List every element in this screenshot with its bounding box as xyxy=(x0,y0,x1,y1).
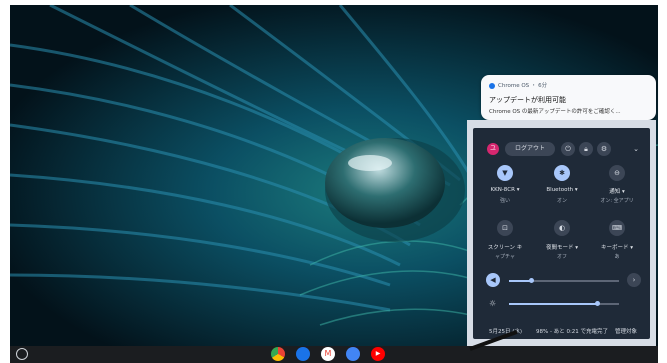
youtube-icon[interactable]: ▶ xyxy=(371,347,385,361)
chrome-os-icon xyxy=(489,82,495,89)
volume-icon[interactable]: ◀ xyxy=(486,273,500,287)
tile-night-light-label: 夜間モード ▾ xyxy=(545,245,578,251)
keyboard-icon[interactable]: ⌨ xyxy=(609,220,625,236)
chevron-right-icon[interactable]: › xyxy=(627,273,641,287)
lock-icon[interactable]: 🔒︎ xyxy=(579,142,593,156)
tile-keyboard-label: キーボード ▾ xyxy=(600,245,633,251)
gear-icon[interactable]: ⚙ xyxy=(597,142,611,156)
brightness-icon: ☼ xyxy=(489,299,497,308)
notification-title: アップデートが利用可能 xyxy=(489,96,566,104)
tile-notifications-label: 通知 ▾ xyxy=(609,189,625,195)
tile-screen-capture-label: スクリーン キ xyxy=(487,245,523,251)
quick-settings-frame: ユ ログアウト ⏻ 🔒︎ ⚙ ⌄ ▼ KKN-8CR ▾ 強い ✱ Blueto… xyxy=(467,120,656,346)
tile-bluetooth-label: Bluetooth ▾ xyxy=(546,187,578,193)
managed-label[interactable]: 管理対象 xyxy=(615,327,637,335)
docs-icon[interactable] xyxy=(346,347,360,361)
battery-status[interactable]: 98% - あと 0:21 で充電完了 xyxy=(536,327,608,335)
screen-capture-icon[interactable]: ⊡ xyxy=(497,220,513,236)
tile-wifi-sub: 強い xyxy=(499,198,510,204)
chrome-icon[interactable] xyxy=(271,347,285,361)
notification-source: Chrome OS ・ 6分 xyxy=(498,83,548,89)
quick-settings-panel: ユ ログアウト ⏻ 🔒︎ ⚙ ⌄ ▼ KKN-8CR ▾ 強い ✱ Blueto… xyxy=(473,128,650,339)
update-notification[interactable]: Chrome OS ・ 6分 アップデートが利用可能 Chrome OS の最新… xyxy=(481,75,656,120)
bluetooth-icon[interactable]: ✱ xyxy=(554,165,570,181)
wifi-icon[interactable]: ▼ xyxy=(497,165,513,181)
tile-bluetooth-sub: オン xyxy=(556,198,567,204)
avatar[interactable]: ユ xyxy=(487,143,499,155)
brightness-slider-thumb[interactable] xyxy=(595,301,600,306)
files-icon[interactable] xyxy=(296,347,310,361)
volume-slider-thumb[interactable] xyxy=(529,278,534,283)
volume-slider-fill xyxy=(509,280,531,282)
shelf: M ▶ xyxy=(10,346,658,363)
notification-body: Chrome OS の最新アップデートの許可をご確認く... xyxy=(489,109,621,115)
gmail-icon[interactable]: M xyxy=(321,347,335,361)
tile-notifications-sub: オン: 全アプリ xyxy=(600,198,634,204)
do-not-disturb-icon[interactable]: ⊖ xyxy=(609,165,625,181)
tile-screen-capture-sub: ャプチャ xyxy=(495,254,515,260)
chevron-down-icon[interactable]: ⌄ xyxy=(629,142,643,156)
tile-keyboard-sub: あ xyxy=(614,254,620,260)
night-light-icon[interactable]: ◐ xyxy=(554,220,570,236)
tile-night-light-sub: オフ xyxy=(556,254,567,260)
brightness-slider-fill xyxy=(509,303,597,305)
tile-wifi-label: KKN-8CR ▾ xyxy=(490,187,520,193)
launcher-icon[interactable] xyxy=(16,348,28,360)
sign-out-button[interactable]: ログアウト xyxy=(505,142,555,156)
power-icon[interactable]: ⏻ xyxy=(561,142,575,156)
